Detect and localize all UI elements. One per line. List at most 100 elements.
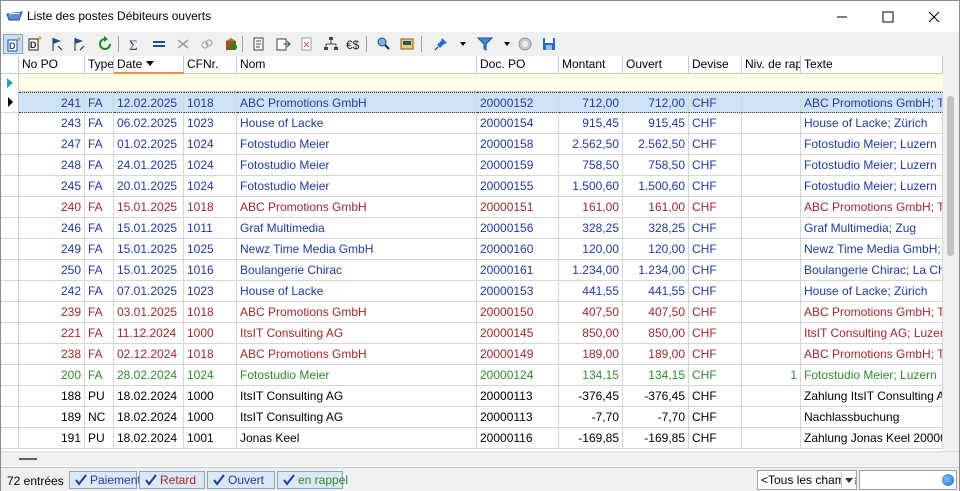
- cell-cf[interactable]: 1011: [184, 218, 237, 239]
- table-row[interactable]: 188 PU 18.02.2024 1000 ItsIT Consulting AG 20…: [1, 386, 943, 407]
- cell-niv[interactable]: [742, 428, 801, 449]
- cell-cf[interactable]: 1016: [184, 260, 237, 281]
- cell-type[interactable]: FA: [85, 344, 114, 365]
- flag-left-button[interactable]: [47, 34, 67, 54]
- column-header-cf[interactable]: CFNr.: [184, 56, 237, 74]
- cell-devise[interactable]: CHF: [689, 155, 742, 176]
- row-header[interactable]: [1, 218, 19, 239]
- cell-texte[interactable]: ABC Promotions GmbH; Thun: [801, 302, 943, 323]
- cell-montant[interactable]: -169,85: [559, 428, 623, 449]
- cell-no[interactable]: 243: [19, 113, 85, 134]
- cell-texte[interactable]: Fotostudio Meier; Luzern: [801, 365, 943, 386]
- cell-type[interactable]: FA: [85, 281, 114, 302]
- cell-doc[interactable]: 20000159: [477, 155, 559, 176]
- row-header[interactable]: [1, 302, 19, 323]
- column-header-devise[interactable]: Devise: [689, 56, 742, 74]
- chip-paiement[interactable]: Paiement: [69, 471, 141, 489]
- cell-ouvert[interactable]: 712,00: [623, 92, 689, 113]
- cell-texte[interactable]: Boulangerie Chirac; La Chaux: [801, 260, 943, 281]
- cell-niv[interactable]: [742, 344, 801, 365]
- cell-ouvert[interactable]: 915,45: [623, 113, 689, 134]
- cell-doc[interactable]: 20000124: [477, 365, 559, 386]
- row-header[interactable]: [1, 323, 19, 344]
- table-row[interactable]: 245 FA 20.01.2025 1024 Fotostudio Meier 20000…: [1, 176, 943, 197]
- cell-devise[interactable]: CHF: [689, 176, 742, 197]
- cell-doc[interactable]: 20000113: [477, 386, 559, 407]
- cell-texte[interactable]: Fotostudio Meier; Luzern: [801, 155, 943, 176]
- new-row[interactable]: [1, 74, 943, 92]
- cell-ouvert[interactable]: 441,55: [623, 281, 689, 302]
- cell-devise[interactable]: CHF: [689, 239, 742, 260]
- cell-type[interactable]: FA: [85, 113, 114, 134]
- cell-type[interactable]: FA: [85, 218, 114, 239]
- cell-nom[interactable]: House of Lacke: [237, 113, 477, 134]
- chevron-down-icon[interactable]: [841, 472, 855, 488]
- cell-ouvert[interactable]: 407,50: [623, 302, 689, 323]
- cell-type[interactable]: FA: [85, 176, 114, 197]
- row-header[interactable]: [1, 239, 19, 260]
- cell-texte[interactable]: Zahlung Jonas Keel 20000116: [801, 428, 943, 449]
- cell-cf[interactable]: 1018: [184, 302, 237, 323]
- cell-cf[interactable]: 1000: [184, 407, 237, 428]
- cell-ouvert[interactable]: 1.234,00: [623, 260, 689, 281]
- cell-date[interactable]: 07.01.2025: [114, 281, 184, 302]
- row-header[interactable]: [1, 344, 19, 365]
- report-button[interactable]: [249, 34, 269, 54]
- vertical-scrollbar[interactable]: [943, 56, 959, 451]
- cell-nom[interactable]: ItsIT Consulting AG: [237, 323, 477, 344]
- table-row[interactable]: 200 FA 28.02.2024 1024 Fotostudio Meier 20000…: [1, 365, 943, 386]
- cell-texte[interactable]: Graf Multimedia; Zug: [801, 218, 943, 239]
- cell-ouvert[interactable]: 161,00: [623, 197, 689, 218]
- equal-button[interactable]: [149, 34, 169, 54]
- cell-no[interactable]: 250: [19, 260, 85, 281]
- cell-niv[interactable]: [742, 386, 801, 407]
- cell-nom[interactable]: Newz Time Media GmbH: [237, 239, 477, 260]
- table-row[interactable]: 221 FA 11.12.2024 1000 ItsIT Consulting AG 20…: [1, 323, 943, 344]
- column-header-niv[interactable]: Niv. de rapp: [742, 56, 801, 74]
- cell-nom[interactable]: Fotostudio Meier: [237, 365, 477, 386]
- minimize-button[interactable]: [819, 1, 865, 32]
- maximize-button[interactable]: [865, 1, 911, 32]
- cell-ouvert[interactable]: -169,85: [623, 428, 689, 449]
- cell-date[interactable]: 11.12.2024: [114, 323, 184, 344]
- cell-date[interactable]: 06.02.2025: [114, 113, 184, 134]
- cell-texte[interactable]: Zahlung ItsIT Consulting AG 2: [801, 386, 943, 407]
- disabled-button[interactable]: [515, 34, 535, 54]
- cell-montant[interactable]: 120,00: [559, 239, 623, 260]
- currency-button[interactable]: €$: [343, 34, 363, 54]
- cell-doc[interactable]: 20000158: [477, 134, 559, 155]
- row-header[interactable]: [1, 197, 19, 218]
- cell-no[interactable]: 240: [19, 197, 85, 218]
- cell-date[interactable]: 15.01.2025: [114, 260, 184, 281]
- cell-texte[interactable]: Nachlassbuchung: [801, 407, 943, 428]
- cell-doc[interactable]: 20000153: [477, 281, 559, 302]
- table-row[interactable]: 248 FA 24.01.2025 1024 Fotostudio Meier 20000…: [1, 155, 943, 176]
- cell-type[interactable]: FA: [85, 260, 114, 281]
- cell-type[interactable]: NC: [85, 407, 114, 428]
- cell-montant[interactable]: 758,50: [559, 155, 623, 176]
- cell-date[interactable]: 18.02.2024: [114, 386, 184, 407]
- cell-ouvert[interactable]: -376,45: [623, 386, 689, 407]
- table-row[interactable]: 249 FA 15.01.2025 1025 Newz Time Media GmbH 2…: [1, 239, 943, 260]
- cell-devise[interactable]: CHF: [689, 386, 742, 407]
- cell-montant[interactable]: 328,25: [559, 218, 623, 239]
- cell-doc[interactable]: 20000145: [477, 323, 559, 344]
- cell-no[interactable]: 239: [19, 302, 85, 323]
- cell-cf[interactable]: 1018: [184, 197, 237, 218]
- cell-date[interactable]: 28.02.2024: [114, 365, 184, 386]
- column-header-ouvert[interactable]: Ouvert: [623, 56, 689, 74]
- cell-montant[interactable]: 712,00: [559, 92, 623, 113]
- link-button[interactable]: [197, 34, 217, 54]
- cell-montant[interactable]: 134,15: [559, 365, 623, 386]
- cell-date[interactable]: 20.01.2025: [114, 176, 184, 197]
- row-header[interactable]: [1, 281, 19, 302]
- column-header-doc[interactable]: Doc. PO: [477, 56, 559, 74]
- table-row[interactable]: 247 FA 01.02.2025 1024 Fotostudio Meier 20000…: [1, 134, 943, 155]
- cell-cf[interactable]: 1000: [184, 386, 237, 407]
- cell-niv[interactable]: [742, 260, 801, 281]
- chevron-down-icon[interactable]: [504, 42, 510, 46]
- row-header[interactable]: [1, 113, 19, 134]
- search-people-button[interactable]: [373, 34, 393, 54]
- cell-date[interactable]: 24.01.2025: [114, 155, 184, 176]
- cell-type[interactable]: FA: [85, 92, 114, 113]
